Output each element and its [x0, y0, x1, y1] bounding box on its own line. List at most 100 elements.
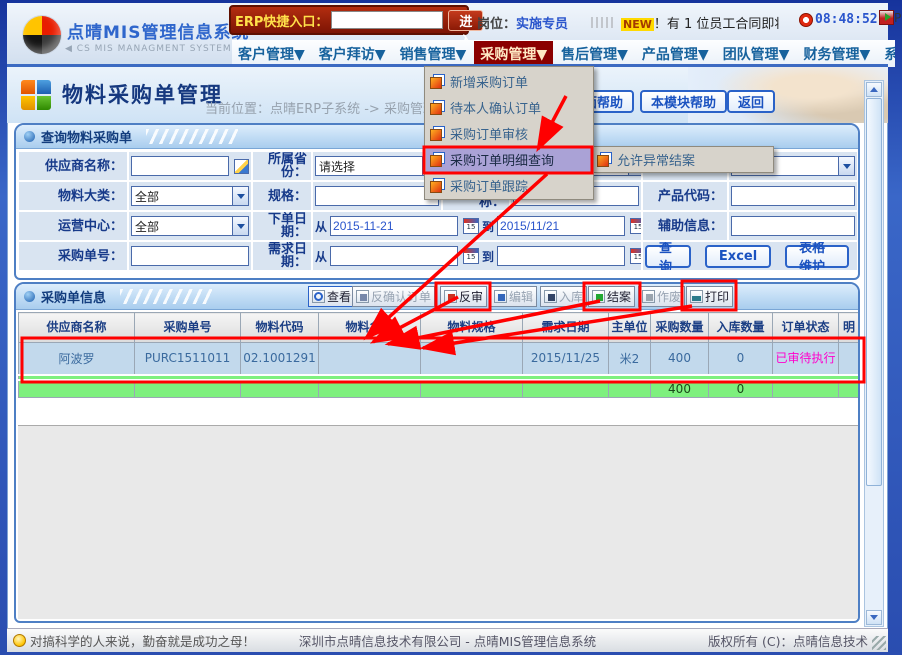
col-po-number[interactable]: 采购单号 [135, 313, 241, 343]
col-material-name[interactable]: 物料名称 [319, 313, 421, 343]
col-in-qty[interactable]: 入库数量 [709, 313, 773, 343]
cell-status[interactable]: 已审待执行 [773, 343, 839, 375]
void-button[interactable]: 作废 [638, 286, 685, 307]
scroll-up-arrow-icon[interactable] [866, 82, 882, 97]
close-case-button[interactable]: 结案 [588, 286, 635, 307]
post-value: 实施专员 [516, 17, 568, 32]
summary-qty: 400 [651, 380, 709, 398]
order-date-to-input[interactable] [497, 216, 625, 236]
vertical-scrollbar[interactable] [864, 80, 884, 627]
new-badge: NEW [621, 18, 654, 31]
col-unit[interactable]: 主单位 [609, 313, 651, 343]
aux-info-label: 辅助信息： [643, 212, 727, 240]
supplier-input[interactable] [131, 156, 229, 176]
excel-button[interactable]: Excel [705, 245, 771, 268]
summary-in-qty: 0 [709, 380, 773, 398]
chevron-down-icon [838, 157, 854, 175]
menu-item-new-purchase-order[interactable]: 新增采购订单 [426, 68, 592, 94]
province-select[interactable]: 请选择 [315, 156, 439, 176]
order-date-from-input[interactable] [330, 216, 458, 236]
supplier-picker-icon[interactable] [234, 159, 249, 174]
op-center-select[interactable]: 全部 [131, 216, 249, 236]
menu-item-pending-confirm-orders[interactable]: 待本人确认订单 [426, 94, 592, 120]
table-row[interactable]: 阿波罗 PURC1511011 02.1001291 2015/11/25 米2… [19, 343, 860, 375]
col-material-code[interactable]: 物料代码 [241, 313, 319, 343]
col-supplier[interactable]: 供应商名称 [19, 313, 135, 343]
cell-material-spec[interactable] [421, 343, 523, 375]
app-window: 点晴MIS管理信息系统 ◀ CS MIS MANAGMENT SYSTEM ▶ … [0, 0, 902, 655]
chevron-down-icon [232, 187, 248, 205]
col-qty[interactable]: 采购数量 [651, 313, 709, 343]
to-label: 到 [482, 218, 494, 235]
calendar-icon[interactable]: 15 [630, 218, 641, 234]
cell-qty[interactable]: 400 [651, 343, 709, 375]
cell-in-qty[interactable]: 0 [709, 343, 773, 375]
col-material-spec[interactable]: 物料规格 [421, 313, 523, 343]
window-icon [430, 100, 445, 115]
summary-row: 400 0 [19, 380, 860, 398]
spec-input[interactable] [315, 186, 439, 206]
menu-aftersales-mgmt[interactable]: 售后管理▼ [555, 41, 634, 67]
menu-sales-mgmt[interactable]: 销售管理▼ [394, 41, 473, 67]
stock-in-button[interactable]: 入库 [540, 286, 587, 307]
view-button[interactable]: 查看 [308, 286, 355, 307]
module-help-button[interactable]: 本模块帮助 [640, 90, 727, 113]
po-number-input[interactable] [131, 246, 249, 266]
floppy-export-icon[interactable] [879, 10, 894, 25]
menu-system-mgmt[interactable]: 系统管理▼ [878, 41, 895, 67]
menu-item-order-tracking[interactable]: 采购订单跟踪 [426, 172, 592, 198]
cell-unit[interactable]: 米2 [609, 343, 651, 375]
menu-customer-visit[interactable]: 客户拜访▼ [313, 41, 392, 67]
erp-quick-entry-input[interactable] [331, 11, 443, 29]
menu-purchase-mgmt[interactable]: 采购管理▼ [474, 41, 553, 67]
aux-info-input[interactable] [731, 216, 855, 236]
scrollbar-thumb[interactable] [866, 98, 882, 486]
alarm-clock-icon [799, 13, 813, 27]
unconfirm-order-button[interactable]: 反确认订单 [352, 286, 435, 307]
col-demand-date[interactable]: 需求日期 [523, 313, 609, 343]
po-number-label: 采购单号： [19, 242, 127, 270]
cell-material-code[interactable]: 02.1001291 [241, 343, 319, 375]
cell-supplier[interactable]: 阿波罗 [19, 343, 135, 375]
demand-date-from-input[interactable] [330, 246, 458, 266]
table-maintain-button[interactable]: 表格维护 [785, 245, 849, 268]
cell-material-name[interactable] [319, 343, 421, 375]
menu-item-order-detail-query[interactable]: 采购订单明细查询 [426, 146, 592, 172]
demand-date-label: 需求日期： [253, 242, 311, 270]
ticker-bars-icon [591, 17, 615, 28]
menu-team-mgmt[interactable]: 团队管理▼ [717, 41, 796, 67]
section-bullet-icon [24, 291, 35, 302]
product-code-input[interactable] [731, 186, 855, 206]
print-button[interactable]: 打印 [686, 286, 733, 307]
cell-demand-date[interactable]: 2015/11/25 [523, 343, 609, 375]
search-button[interactable]: 查询 [645, 245, 691, 268]
back-button[interactable]: 返回 [727, 90, 775, 113]
void-icon [642, 290, 655, 303]
edit-button[interactable]: 编辑 [490, 286, 537, 307]
cell-detail[interactable] [839, 343, 860, 375]
col-status[interactable]: 订单状态 [773, 313, 839, 343]
from-label: 从 [315, 218, 327, 235]
scroll-down-arrow-icon[interactable] [866, 610, 882, 625]
menu-finance-mgmt[interactable]: 财务管理▼ [797, 41, 876, 67]
breadcrumb-label: 当前位置： [205, 102, 270, 117]
brand-logo-icon [23, 16, 61, 54]
notice-ticker: NEW！有 1 位员工合同即将 [621, 13, 779, 32]
calendar-icon[interactable]: 15 [463, 218, 479, 234]
query-section-title: 查询物料采购单 [41, 127, 132, 146]
menu-item-order-audit[interactable]: 采购订单审核 [426, 120, 592, 146]
cell-po-number[interactable]: PURC1511011 [135, 343, 241, 375]
top-bar: 点晴MIS管理信息系统 ◀ CS MIS MANAGMENT SYSTEM ▶ … [7, 3, 888, 65]
material-class-select[interactable]: 全部 [131, 186, 249, 206]
supplier-label: 供应商名称： [19, 152, 127, 180]
erp-quick-entry-label: ERP快捷入口： [235, 11, 328, 30]
menu-product-mgmt[interactable]: 产品管理▼ [636, 41, 715, 67]
demand-date-to-input[interactable] [497, 246, 625, 266]
calendar-icon[interactable]: 15 [630, 248, 641, 264]
stock-in-icon [544, 290, 557, 303]
menu-customer-mgmt[interactable]: 客户管理▼ [232, 41, 311, 67]
calendar-icon[interactable]: 15 [463, 248, 479, 264]
col-detail[interactable]: 明 [839, 313, 860, 343]
menu-item-allow-abnormal-close[interactable]: 允许异常结案 [593, 147, 773, 173]
unaudit-button[interactable]: 反审 [440, 286, 487, 307]
